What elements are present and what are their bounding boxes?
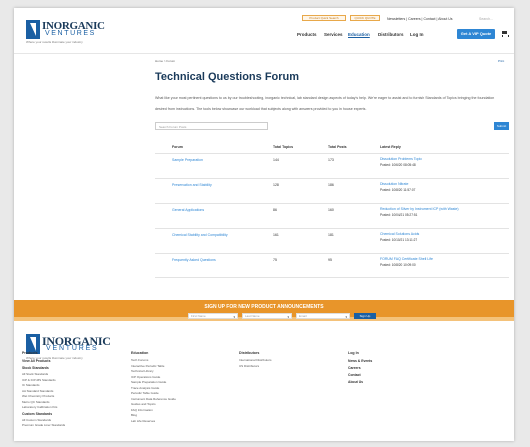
breadcrumb[interactable]: Home > Forum: [155, 59, 175, 63]
post-count: 95: [328, 258, 332, 262]
table-row: Preservation and Stability 128 186 Disso…: [155, 178, 509, 203]
forum-link[interactable]: Sample Preparation: [172, 158, 203, 162]
footer-col-login: Log In News & Events Careers Contact Abo…: [348, 351, 372, 386]
nav-education[interactable]: Education: [348, 32, 370, 37]
email-label: Email: [299, 314, 307, 318]
latest-reply-link[interactable]: Reduction of Silver by Instrument ICP (w…: [380, 207, 459, 211]
utility-links[interactable]: Newsletters | Careers | Contact | About …: [387, 17, 453, 21]
last-name-field[interactable]: Last Name ▾: [242, 313, 292, 319]
chevron-down-icon: ▾: [345, 315, 347, 319]
table-row: General Applications 86 160 Reduction of…: [155, 203, 509, 228]
latest-reply-date: Posted: 10/04/21 05:27:51: [380, 213, 418, 217]
nav-services[interactable]: Services: [324, 32, 343, 37]
footer-heading[interactable]: Log In: [348, 351, 372, 358]
footer-heading: Education: [131, 351, 149, 355]
footer-link[interactable]: US Distributors: [239, 364, 272, 370]
page-description: What like your most pertinent questions …: [155, 96, 495, 111]
latest-reply-link[interactable]: FORUM FAQ Certificate Shell Life: [380, 257, 433, 261]
footer-col-distributors: Distributors International Distributors …: [239, 351, 272, 369]
forum-search-input[interactable]: Search Forum Posts: [155, 122, 268, 130]
last-name-label: Last Name: [245, 314, 260, 318]
latest-reply-date: Posted: 10/8/20 10:09:00: [380, 263, 416, 267]
nav-products[interactable]: Products: [297, 32, 317, 37]
logo-mark-icon: [26, 20, 40, 39]
print-link[interactable]: Print: [498, 59, 504, 63]
page-title: Technical Questions Forum: [155, 71, 300, 83]
topic-count: 144: [273, 158, 279, 162]
footer-col-products: Products View All Products Stock Standar…: [22, 351, 65, 429]
latest-reply-date: Posted: 10/6/20 08:05:48: [380, 163, 416, 167]
nav-login[interactable]: Log In: [410, 32, 424, 37]
email-field[interactable]: Email ▾: [296, 313, 350, 319]
chevron-down-icon: ▾: [233, 315, 235, 319]
quick-quote-link[interactable]: QUICK QUOTE: [350, 15, 380, 21]
footer-link[interactable]: Contact: [348, 373, 372, 379]
nav-distributors[interactable]: Distributors: [378, 32, 404, 37]
topic-count: 161: [273, 233, 279, 237]
header: INORGANIC VENTURES Where your results il…: [14, 8, 514, 54]
forum-link[interactable]: General Applications: [172, 208, 204, 212]
post-count: 186: [328, 183, 334, 187]
submit-button[interactable]: Submit: [494, 122, 509, 130]
forum-link[interactable]: Chemical Stability and Compatibility: [172, 233, 228, 237]
latest-reply-date: Posted: 10/8/20 11:57:07: [380, 188, 416, 192]
forum-link[interactable]: Preservation and Stability: [172, 183, 212, 187]
topic-count: 75: [273, 258, 277, 262]
quick-search-link[interactable]: Product Quick Search: [302, 15, 346, 21]
header-search-input[interactable]: Search...: [479, 17, 493, 21]
footer-link[interactable]: View All Products: [22, 359, 65, 365]
signup-button[interactable]: Sign Up: [354, 313, 376, 319]
footer-link[interactable]: News & Events: [348, 359, 372, 365]
footer-link[interactable]: Lab Life Reserves: [131, 419, 176, 425]
footer-link[interactable]: Laboratory Calibration Kits: [22, 405, 65, 411]
cart-icon[interactable]: [501, 30, 509, 37]
latest-reply-link[interactable]: Chemical Solutions Acids: [380, 232, 419, 236]
post-count: 160: [328, 208, 334, 212]
first-name-label: First Name: [191, 314, 206, 318]
signup-title: SIGN UP FOR NEW PRODUCT ANNOUNCEMENTS: [204, 304, 324, 310]
brand-logo[interactable]: INORGANIC VENTURES Where your results il…: [26, 20, 105, 46]
table-row: Frequently Asked Questions 75 95 FORUM F…: [155, 253, 509, 278]
first-name-field[interactable]: First Name ▾: [188, 313, 238, 319]
footer-col-education: Education Tech Forums Interactive Period…: [131, 351, 176, 424]
vip-quote-button[interactable]: Get A VIP Quote: [457, 29, 495, 39]
latest-reply-link[interactable]: Dissolution Problems Topic: [380, 157, 422, 161]
footer-link[interactable]: Careers: [348, 366, 372, 372]
col-header-forum: Forum: [172, 145, 183, 149]
table-row: Chemical Stability and Compatibility 161…: [155, 228, 509, 253]
footer-heading: Products: [22, 351, 38, 355]
col-header-posts: Total Posts: [328, 145, 347, 149]
logo-tagline: Where your results illuminate your indus…: [26, 40, 83, 44]
page: INORGANIC VENTURES Where your results il…: [14, 8, 514, 441]
col-header-latest: Latest Reply: [380, 145, 401, 149]
forum-link[interactable]: Frequently Asked Questions: [172, 258, 216, 262]
logo-subname: VENTURES: [45, 30, 96, 37]
footer-link[interactable]: About Us: [348, 380, 372, 386]
footer-heading: Distributors: [239, 351, 260, 355]
post-count: 181: [328, 233, 334, 237]
latest-reply-link[interactable]: Dissolution Nitrate: [380, 182, 408, 186]
topic-count: 86: [273, 208, 277, 212]
topic-count: 128: [273, 183, 279, 187]
col-header-topics: Total Topics: [273, 145, 294, 149]
post-count: 173: [328, 158, 334, 162]
footer-link[interactable]: Premium Grade Liner Standards: [22, 423, 65, 429]
latest-reply-date: Posted: 10/10/21 13:11:27: [380, 238, 418, 242]
table-row: Sample Preparation 144 173 Dissolution P…: [155, 153, 509, 178]
chevron-down-icon: ▾: [287, 315, 289, 319]
